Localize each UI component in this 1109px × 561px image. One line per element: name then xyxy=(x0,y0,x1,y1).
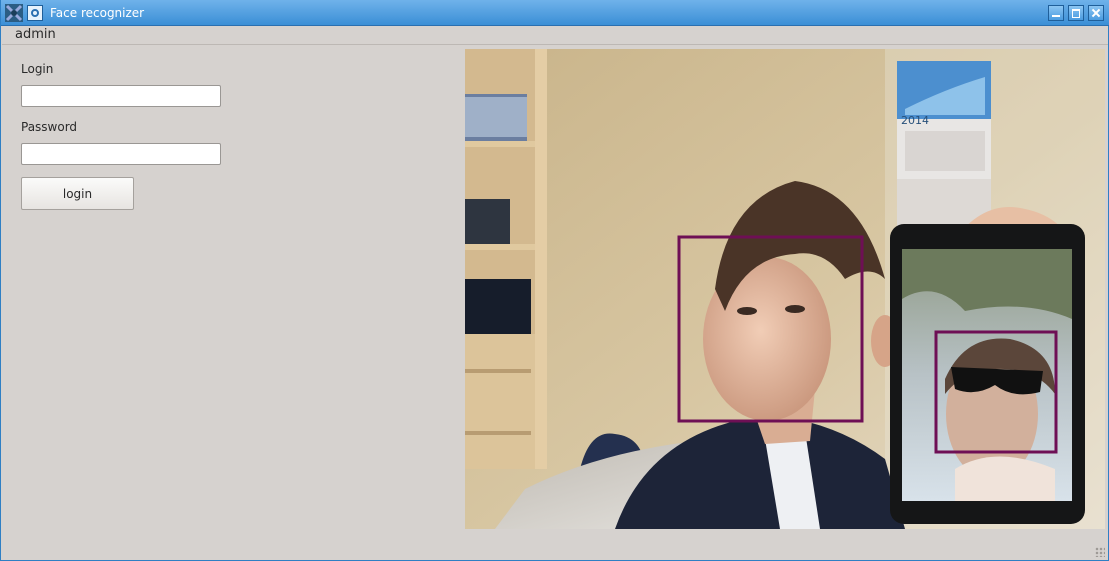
close-button[interactable] xyxy=(1088,5,1104,21)
window-menu-icon[interactable] xyxy=(27,5,43,21)
password-input[interactable] xyxy=(21,143,221,165)
camera-frame: 2014 xyxy=(465,49,1105,529)
title-bar[interactable]: Face recognizer xyxy=(1,0,1109,26)
menu-bar: admin xyxy=(2,26,1108,45)
resize-grip[interactable] xyxy=(1095,547,1105,557)
minimize-button[interactable] xyxy=(1048,5,1064,21)
login-button[interactable]: login xyxy=(21,177,134,210)
login-label: Login xyxy=(21,62,54,76)
menu-item-admin[interactable]: admin xyxy=(15,27,56,42)
login-input[interactable] xyxy=(21,85,221,107)
app-logo-icon xyxy=(5,4,23,22)
calendar-year: 2014 xyxy=(901,114,929,127)
password-label: Password xyxy=(21,120,78,134)
app-window: Face recognizer admin Login Password log… xyxy=(0,0,1109,561)
camera-view: 2014 xyxy=(465,49,1105,529)
window-title: Face recognizer xyxy=(50,6,145,20)
maximize-button[interactable] xyxy=(1068,5,1084,21)
